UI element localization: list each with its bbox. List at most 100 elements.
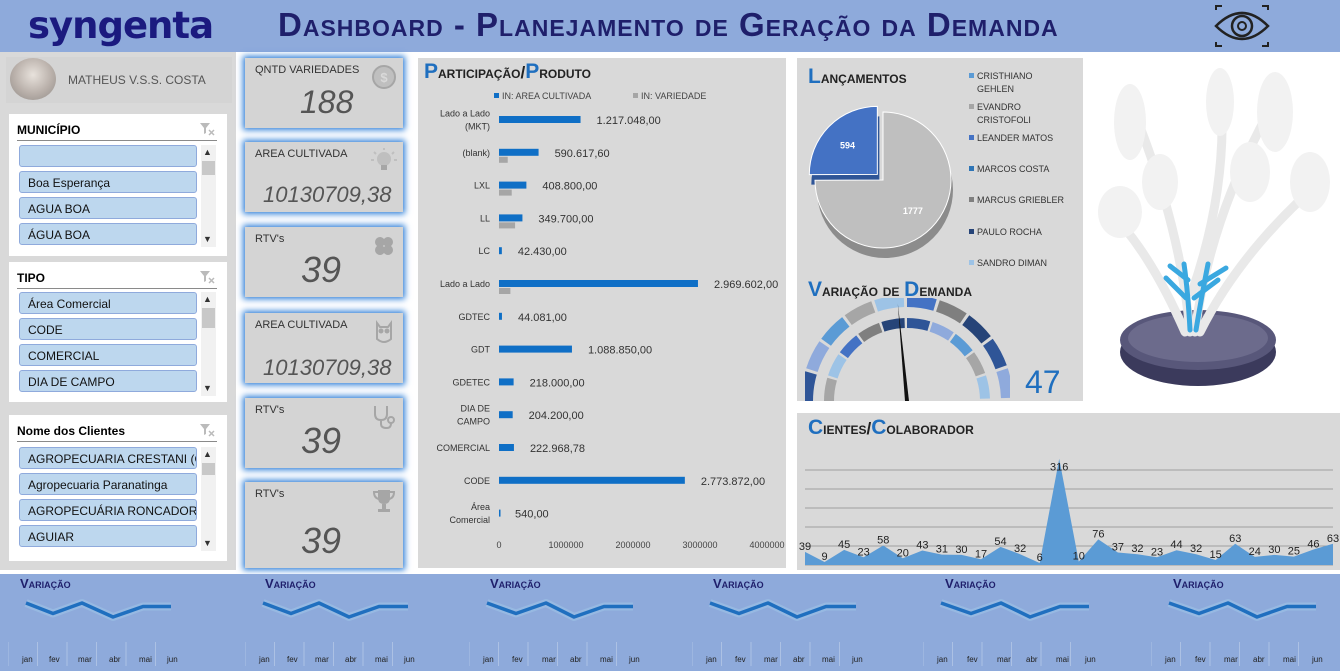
scroll-thumb[interactable] [202, 161, 215, 175]
data-label: 540,00 [515, 509, 549, 521]
kpi-label: RTV's [255, 488, 285, 500]
slicer-municipio: MUNICÍPIO Boa Esperança AGUA BOA ÁGUA BO… [9, 114, 227, 256]
clientes-chart: 39 9 45 23 58 20 43 31 30 17 54 32 6 316 10 76 37 32 23 44 3… [799, 458, 1339, 566]
slicer-item[interactable]: Agropecuaria Paranatinga [19, 473, 197, 495]
month-label: fev [735, 655, 746, 664]
data-label: 15 [1210, 549, 1222, 561]
scroll-up-icon[interactable]: ▲ [203, 294, 212, 304]
legend-swatch [494, 93, 499, 98]
month-label: mai [822, 655, 835, 664]
month-gridlines [8, 642, 156, 666]
slicer-item[interactable]: AGROPECUÁRIA RONCADOR [19, 499, 197, 521]
category-label: Comercial [449, 515, 490, 525]
data-label: 76 [1092, 528, 1104, 540]
data-label: 218.000,00 [530, 377, 585, 389]
data-label: 17 [975, 548, 987, 560]
data-label: 349.700,00 [538, 213, 593, 225]
data-label: 23 [1151, 546, 1163, 558]
data-label: 25 [1288, 546, 1300, 558]
bar-variedade [499, 156, 508, 163]
data-label: 63 [1327, 533, 1339, 545]
avatar [10, 58, 56, 100]
clear-filter-icon[interactable] [199, 423, 215, 437]
variacao-sparkline [261, 599, 408, 621]
month-label: mar [764, 655, 778, 664]
gauge-segment [906, 298, 937, 311]
legend-label: PAULO ROCHA [977, 227, 1042, 237]
slicer-item[interactable]: ÁGUA BOA [19, 223, 197, 245]
pie-label: 1777 [903, 206, 923, 216]
slicer-item[interactable]: DIA DE CAMPO [19, 370, 197, 392]
bar-variedade [499, 288, 511, 294]
scroll-down-icon[interactable]: ▼ [203, 383, 212, 393]
data-label: 44 [1170, 539, 1182, 551]
category-label: LC [478, 246, 490, 256]
category-label: GDTEC [459, 312, 491, 322]
data-label: 204.200,00 [529, 410, 584, 422]
gauge-segment [982, 338, 1007, 370]
kpi-value: 39 [301, 420, 342, 461]
category-label: Lado a Lado [440, 279, 490, 289]
gauge-segment [828, 354, 847, 379]
plant-image [1098, 68, 1330, 386]
legend-label: GEHLEN [977, 84, 1014, 94]
month-label: mar [78, 655, 92, 664]
x-tick-label: 2000000 [615, 540, 650, 550]
slicer-item[interactable]: CODE [19, 318, 197, 340]
month-label: mar [315, 655, 329, 664]
data-label: 408.800,00 [542, 181, 597, 193]
scroll-up-icon[interactable]: ▲ [203, 147, 212, 157]
slicer-item[interactable]: AGUIAR [19, 525, 197, 547]
data-label: 32 [1131, 543, 1143, 555]
slicer-item[interactable]: AGUA BOA [19, 197, 197, 219]
legend-label: IN: AREA CULTIVADA [502, 91, 591, 101]
slicer-item[interactable]: COMERCIAL [19, 344, 197, 366]
kpi-label: RTV's [255, 404, 285, 416]
bar-area [499, 181, 527, 189]
clear-filter-icon[interactable] [199, 122, 215, 136]
month-label: jan [706, 655, 717, 664]
slicer-item[interactable]: Área Comercial [19, 292, 197, 314]
clear-filter-icon[interactable] [199, 270, 215, 284]
scroll-thumb[interactable] [202, 308, 215, 328]
slicer-item[interactable] [19, 145, 197, 167]
scrollbar[interactable]: ▲ ▼ [201, 145, 216, 247]
gauge-segment [935, 300, 967, 324]
legend-swatch [969, 104, 974, 109]
variacao-title: Variação [1173, 576, 1224, 591]
month-label: mai [139, 655, 152, 664]
variacao-sparkline [24, 599, 171, 621]
scroll-up-icon[interactable]: ▲ [203, 449, 212, 459]
eye-icon[interactable] [1214, 4, 1270, 48]
scrollbar[interactable]: ▲ ▼ [201, 292, 216, 396]
slicer-clientes: Nome dos Clientes AGROPECUARIA CRESTANI … [9, 415, 227, 561]
scrollbar[interactable]: ▲ ▼ [201, 447, 216, 551]
data-label: 43 [916, 540, 928, 552]
legend-swatch [969, 135, 974, 140]
variacao-sparkline [485, 599, 633, 621]
scroll-down-icon[interactable]: ▼ [203, 234, 212, 244]
variacao-sparkline [939, 599, 1089, 621]
month-label: jan [259, 655, 270, 664]
data-label: 316 [1050, 462, 1068, 474]
slicer-item[interactable]: Boa Esperança [19, 171, 197, 193]
gauge-segment [965, 352, 986, 377]
data-label: 32 [1190, 543, 1202, 555]
scroll-down-icon[interactable]: ▼ [203, 538, 212, 548]
syngenta-logo: syngenta [28, 4, 214, 47]
gauge-segment [949, 333, 973, 357]
participacao-chart: IN: AREA CULTIVADA IN: VARIEDADE Lado a La… [436, 91, 784, 550]
kpi-card-area: AREA CULTIVADA 10130709,38 [245, 142, 403, 212]
scroll-thumb[interactable] [202, 463, 215, 475]
slicer-title: MUNICÍPIO [17, 123, 81, 137]
bar-area [499, 509, 501, 517]
kpi-label: AREA CULTIVADA [255, 148, 348, 160]
month-label: abr [109, 655, 121, 664]
page-title: Dashboard - Planejamento de Geração da D… [278, 6, 1059, 43]
category-label: Lado a Lado [440, 109, 490, 119]
slicer-item[interactable]: AGROPECUARIA CRESTANI (C... [19, 447, 197, 469]
gauge-segment [962, 315, 991, 344]
x-tick-label: 0 [496, 540, 501, 550]
divider [17, 288, 217, 289]
month-label: mar [542, 655, 556, 664]
